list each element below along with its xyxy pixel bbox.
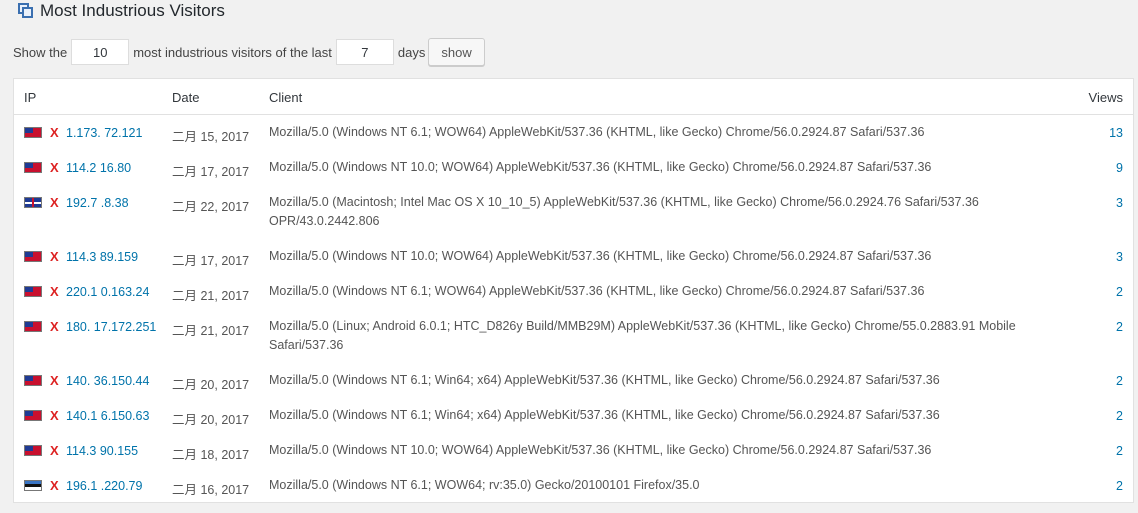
visitor-count-input[interactable] [71, 39, 130, 65]
visit-date: 二月 15, 2017 [172, 130, 250, 144]
views-count-link[interactable]: 2 [1116, 320, 1123, 334]
header-client[interactable]: Client [269, 90, 302, 105]
page: Most Industrious Visitors Show the most … [0, 0, 1138, 513]
visit-date: 二月 22, 2017 [172, 200, 250, 214]
show-the-label: Show the [13, 44, 68, 60]
table-body: X 1.173. 72.121 二月 15, 2017 Mozilla/5.0 (Wi… [14, 115, 1133, 505]
client-user-agent: Mozilla/5.0 (Windows NT 6.1; WOW64; rv:3… [269, 478, 700, 492]
table-row: X 196.1 .220.79 二月 16, 2017 Mozilla/5.0 (Wi… [14, 478, 1133, 513]
widget-icon [18, 3, 34, 19]
delete-visitor-icon[interactable]: X [50, 160, 59, 175]
table-row: X 220.1 0.163.24 二月 21, 2017 Mozilla/5.0 (W… [14, 284, 1133, 319]
header-date[interactable]: Date [172, 90, 199, 105]
delete-visitor-icon[interactable]: X [50, 284, 59, 299]
delete-visitor-icon[interactable]: X [50, 319, 59, 334]
page-title: Most Industrious Visitors [40, 1, 225, 20]
visit-date: 二月 20, 2017 [172, 413, 250, 427]
views-count-link[interactable]: 2 [1116, 374, 1123, 388]
delete-visitor-icon[interactable]: X [50, 373, 59, 388]
delete-visitor-icon[interactable]: X [50, 443, 59, 458]
views-count-link[interactable]: 2 [1116, 409, 1123, 423]
country-flag-icon [24, 197, 42, 208]
table-row: X 180. 17.172.251 二月 21, 2017 Mozilla/5.0 (… [14, 319, 1133, 373]
ip-link[interactable]: 114.3 89.159 [66, 250, 138, 264]
ip-link[interactable]: 114.3 90.155 [66, 444, 138, 458]
visitors-label: most industrious visitors of the last [133, 44, 332, 60]
table-row: X 192.7 .8.38 二月 22, 2017 Mozilla/5.0 (Maci… [14, 195, 1133, 249]
client-user-agent: Mozilla/5.0 (Linux; Android 6.0.1; HTC_D… [269, 319, 1016, 352]
widget-title-row: Most Industrious Visitors [18, 0, 225, 22]
views-count-link[interactable]: 13 [1109, 126, 1123, 140]
views-count-link[interactable]: 9 [1116, 161, 1123, 175]
visit-date: 二月 21, 2017 [172, 324, 250, 338]
country-flag-icon [24, 286, 42, 297]
show-button[interactable]: show [428, 38, 485, 66]
delete-visitor-icon[interactable]: X [50, 125, 59, 140]
country-flag-icon [24, 251, 42, 262]
filter-controls: Show the most industrious visitors of th… [13, 38, 485, 66]
country-flag-icon [24, 480, 42, 491]
views-count-link[interactable]: 2 [1116, 444, 1123, 458]
country-flag-icon [24, 321, 42, 332]
delete-visitor-icon[interactable]: X [50, 195, 59, 210]
ip-link[interactable]: 180. 17.172.251 [66, 320, 156, 334]
table-row: X 140. 36.150.44 二月 20, 2017 Mozilla/5.0 (W… [14, 373, 1133, 408]
country-flag-icon [24, 127, 42, 138]
country-flag-icon [24, 445, 42, 456]
visit-date: 二月 18, 2017 [172, 448, 250, 462]
table-row: X 114.3 90.155 二月 18, 2017 Mozilla/5.0 (Win… [14, 443, 1133, 478]
days-input[interactable] [335, 39, 394, 65]
visitors-table: IP Date Client Views X 1.173. 72.121 二月 15… [13, 78, 1134, 503]
views-count-link[interactable]: 3 [1116, 250, 1123, 264]
ip-link[interactable]: 1.173. 72.121 [66, 126, 142, 140]
ip-link[interactable]: 196.1 .220.79 [66, 479, 142, 493]
visit-date: 二月 21, 2017 [172, 289, 250, 303]
client-user-agent: Mozilla/5.0 (Windows NT 6.1; Win64; x64)… [269, 408, 940, 422]
delete-visitor-icon[interactable]: X [50, 408, 59, 423]
client-user-agent: Mozilla/5.0 (Windows NT 6.1; WOW64) Appl… [269, 125, 925, 139]
table-row: X 114.2 16.80 二月 17, 2017 Mozilla/5.0 (Wind… [14, 160, 1133, 195]
ip-link[interactable]: 192.7 .8.38 [66, 196, 129, 210]
table-row: X 114.3 89.159 二月 17, 2017 Mozilla/5.0 (Win… [14, 249, 1133, 284]
ip-link[interactable]: 114.2 16.80 [66, 161, 131, 175]
ip-link[interactable]: 220.1 0.163.24 [66, 285, 149, 299]
header-views[interactable]: Views [1089, 90, 1123, 105]
days-label: days [397, 44, 426, 60]
country-flag-icon [24, 375, 42, 386]
country-flag-icon [24, 162, 42, 173]
visit-date: 二月 17, 2017 [172, 165, 250, 179]
table-row: X 1.173. 72.121 二月 15, 2017 Mozilla/5.0 (Wi… [14, 125, 1133, 160]
views-count-link[interactable]: 3 [1116, 196, 1123, 210]
visit-date: 二月 20, 2017 [172, 378, 250, 392]
client-user-agent: Mozilla/5.0 (Windows NT 6.1; WOW64) Appl… [269, 284, 925, 298]
ip-link[interactable]: 140.1 6.150.63 [66, 409, 149, 423]
country-flag-icon [24, 410, 42, 421]
header-ip[interactable]: IP [24, 90, 36, 105]
views-count-link[interactable]: 2 [1116, 285, 1123, 299]
ip-link[interactable]: 140. 36.150.44 [66, 374, 149, 388]
table-header: IP Date Client Views [14, 79, 1133, 115]
client-user-agent: Mozilla/5.0 (Windows NT 6.1; Win64; x64)… [269, 373, 940, 387]
views-count-link[interactable]: 2 [1116, 479, 1123, 493]
table-row: X 140.1 6.150.63 二月 20, 2017 Mozilla/5.0 (W… [14, 408, 1133, 443]
visit-date: 二月 16, 2017 [172, 483, 250, 497]
client-user-agent: Mozilla/5.0 (Windows NT 10.0; WOW64) App… [269, 443, 932, 457]
client-user-agent: Mozilla/5.0 (Windows NT 10.0; WOW64) App… [269, 160, 932, 174]
delete-visitor-icon[interactable]: X [50, 478, 59, 493]
delete-visitor-icon[interactable]: X [50, 249, 59, 264]
visit-date: 二月 17, 2017 [172, 254, 250, 268]
client-user-agent: Mozilla/5.0 (Macintosh; Intel Mac OS X 1… [269, 195, 979, 228]
client-user-agent: Mozilla/5.0 (Windows NT 10.0; WOW64) App… [269, 249, 932, 263]
